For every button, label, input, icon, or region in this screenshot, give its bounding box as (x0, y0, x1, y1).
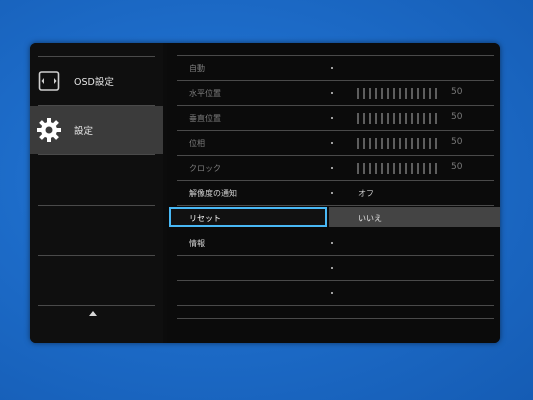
sidebar-divider (38, 154, 155, 155)
menu-row-empty (167, 281, 500, 306)
osd-submenu: 自動 水平位置 50 垂直位置 50 位相 50 クロック 50 解像度の通知 … (167, 43, 500, 343)
menu-row-clock[interactable]: クロック 50 (167, 156, 500, 181)
bullet (331, 67, 333, 69)
sidebar-item-label: 設定 (74, 126, 94, 137)
bullet (331, 167, 333, 169)
value-highlight (329, 207, 500, 227)
slider-ticks[interactable] (357, 138, 437, 149)
sidebar-divider (38, 255, 155, 256)
menu-row-label: 情報 (189, 239, 205, 248)
bullet (331, 117, 333, 119)
menu-row-v-position[interactable]: 垂直位置 50 (167, 106, 500, 131)
menu-row-reset[interactable]: リセット いいえ (167, 206, 500, 231)
menu-row-label: 水平位置 (189, 89, 221, 98)
menu-row-label: 解像度の通知 (189, 189, 237, 198)
menu-row-label: 自動 (189, 64, 205, 73)
sidebar-divider (38, 205, 155, 206)
slider-value: 50 (451, 162, 463, 172)
bullet (331, 192, 333, 194)
menu-row-h-position[interactable]: 水平位置 50 (167, 81, 500, 106)
menu-row-empty (167, 306, 500, 331)
slider-value: 50 (451, 87, 463, 97)
gear-icon (30, 117, 68, 143)
osd-sidebar: OSD設定 設定 (30, 43, 163, 343)
triangle-up-icon[interactable] (89, 311, 97, 316)
bullet (331, 267, 333, 269)
sidebar-item-osd-settings[interactable]: OSD設定 (30, 57, 163, 105)
menu-row-label: 垂直位置 (189, 114, 221, 123)
slider-ticks[interactable] (357, 113, 437, 124)
menu-row-value[interactable]: いいえ (358, 213, 382, 224)
osd-menu-window: OSD設定 設定 自動 水平位置 50 垂直位置 50 位相 50 クロック 5… (30, 43, 500, 343)
menu-row-resolution-notice[interactable]: 解像度の通知 オフ (167, 181, 500, 206)
sidebar-item-label: OSD設定 (74, 77, 114, 88)
sidebar-divider (38, 305, 155, 306)
sidebar-item-settings[interactable]: 設定 (30, 106, 163, 154)
menu-row-auto[interactable]: 自動 (167, 56, 500, 81)
menu-row-label: クロック (189, 164, 221, 173)
bullet (331, 292, 333, 294)
bullet (331, 242, 333, 244)
menu-row-value: オフ (358, 189, 374, 198)
slider-value: 50 (451, 137, 463, 147)
menu-row-phase[interactable]: 位相 50 (167, 131, 500, 156)
slider-value: 50 (451, 112, 463, 122)
slider-ticks[interactable] (357, 88, 437, 99)
menu-row-label: 位相 (189, 139, 205, 148)
bullet (331, 92, 333, 94)
menu-row-empty (167, 256, 500, 281)
slider-ticks[interactable] (357, 163, 437, 174)
menu-row-information[interactable]: 情報 (167, 231, 500, 256)
menu-row-label: リセット (189, 214, 221, 223)
monitor-icon (30, 70, 68, 92)
bullet (331, 142, 333, 144)
